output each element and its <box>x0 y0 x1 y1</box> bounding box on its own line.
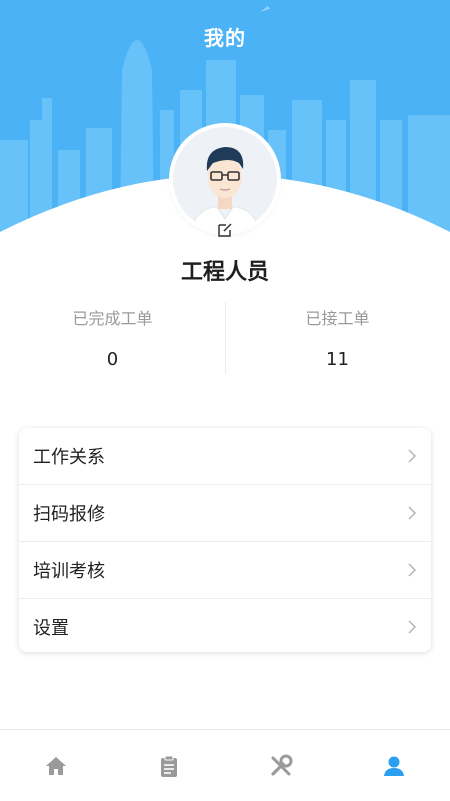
chevron-right-icon <box>407 505 417 521</box>
stat-value: 0 <box>0 349 225 370</box>
stat-label: 已接工单 <box>225 305 450 329</box>
stat-completed-orders[interactable]: 已完成工单 0 <box>0 305 225 370</box>
bottom-nav <box>0 729 450 801</box>
stat-accepted-orders[interactable]: 已接工单 11 <box>225 305 450 370</box>
menu-item-label: 工作关系 <box>33 443 407 469</box>
user-name: 工程人员 <box>0 254 450 286</box>
tools-icon <box>268 753 294 779</box>
chevron-right-icon <box>407 562 417 578</box>
stat-value: 11 <box>225 349 450 370</box>
menu-item-label: 设置 <box>33 614 407 640</box>
engineer-avatar-illustration <box>173 127 277 231</box>
tab-home[interactable] <box>0 730 113 801</box>
menu-item-label: 培训考核 <box>33 557 407 583</box>
chevron-right-icon <box>407 619 417 635</box>
home-icon <box>43 753 69 779</box>
stat-label: 已完成工单 <box>0 305 225 329</box>
menu-item-label: 扫码报修 <box>33 500 407 526</box>
avatar[interactable] <box>173 127 277 231</box>
page-title: 我的 <box>0 22 450 51</box>
tab-work-orders[interactable] <box>113 730 226 801</box>
menu-item-work-relations[interactable]: 工作关系 <box>19 428 431 484</box>
chevron-right-icon <box>407 448 417 464</box>
edit-icon[interactable] <box>216 221 234 239</box>
menu-card: 工作关系 扫码报修 培训考核 设置 <box>19 428 431 652</box>
clipboard-icon <box>156 753 182 779</box>
user-icon <box>381 753 407 779</box>
menu-item-training-assessment[interactable]: 培训考核 <box>19 541 431 598</box>
tab-profile[interactable] <box>338 730 450 801</box>
menu-item-settings[interactable]: 设置 <box>19 598 431 655</box>
menu-item-scan-report[interactable]: 扫码报修 <box>19 484 431 541</box>
tab-tools[interactable] <box>225 730 338 801</box>
